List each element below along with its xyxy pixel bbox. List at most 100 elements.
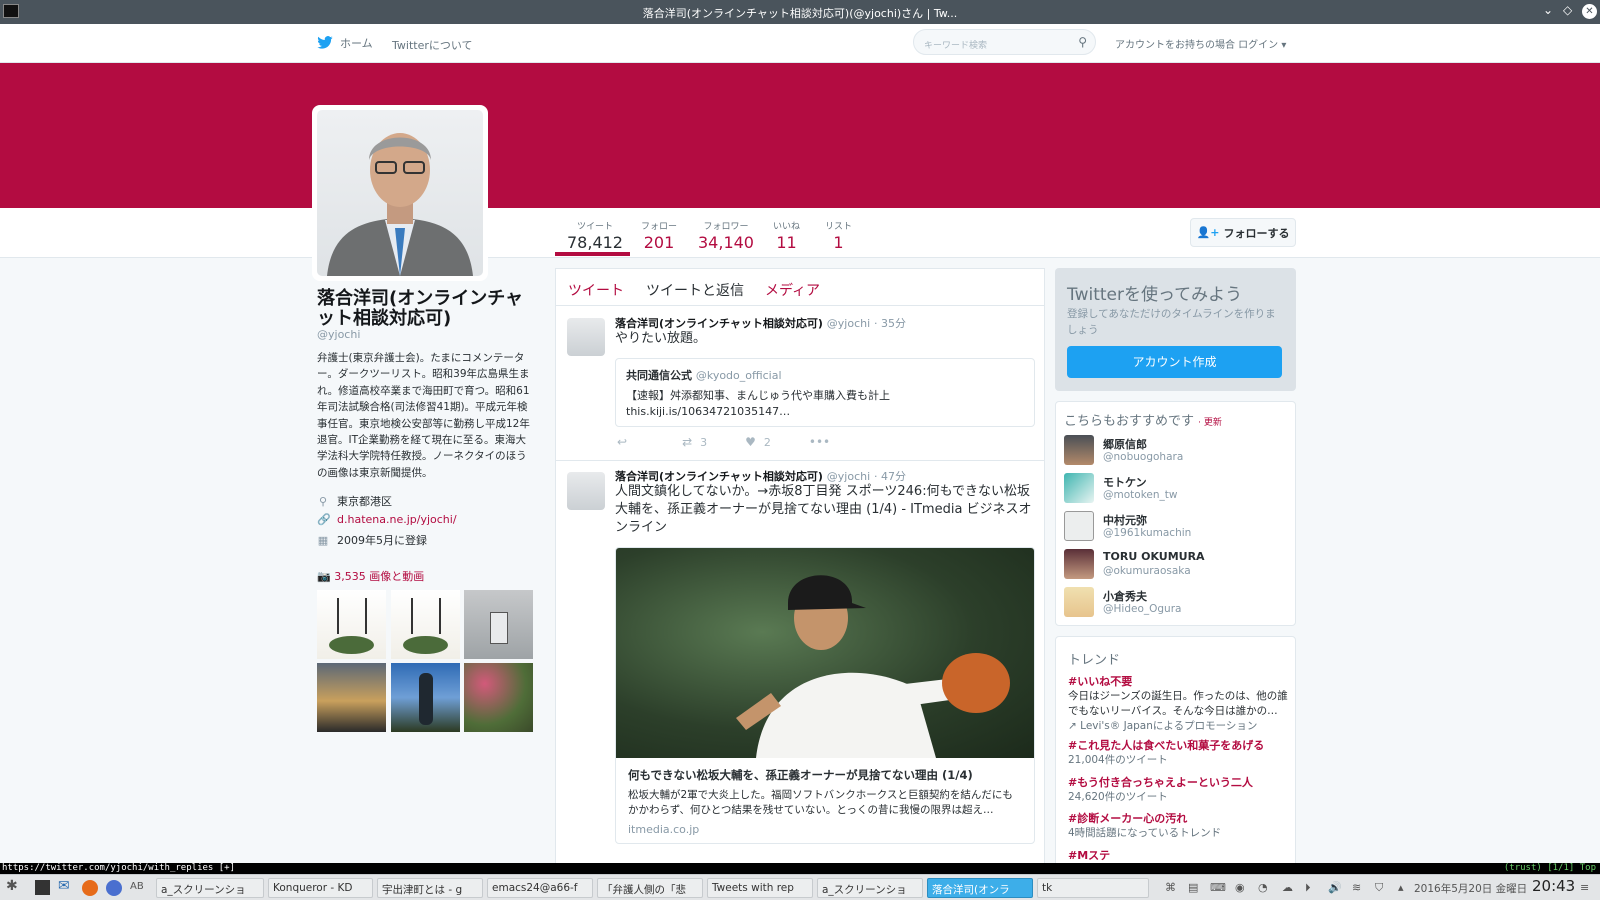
reply-icon[interactable]: ↩ xyxy=(617,435,627,449)
quoted-tweet-link[interactable]: this.kiji.is/10634721035147… xyxy=(626,405,1024,418)
close-icon[interactable]: ✕ xyxy=(1582,4,1597,19)
task-button[interactable]: tk xyxy=(1037,878,1149,898)
search-input[interactable]: キーワード検索 ⚲ xyxy=(913,29,1096,55)
refresh-link[interactable]: · 更新 xyxy=(1198,418,1222,428)
user-avatar[interactable] xyxy=(1064,549,1094,579)
media-thumbnail[interactable] xyxy=(464,663,533,732)
trend-name[interactable]: #もう付き合っちゃえよーという二人 xyxy=(1068,774,1290,790)
trend-item[interactable]: #Mステ xyxy=(1068,847,1290,863)
nav-about-link[interactable]: Twitterについて xyxy=(392,37,473,53)
tweet-author-handle[interactable]: @yjochi xyxy=(827,317,870,330)
profile-banner xyxy=(0,63,1600,208)
stat-followers[interactable]: フォロワー 34,140 xyxy=(698,219,754,252)
profile-url[interactable]: 🔗 d.hatena.ne.jp/yjochi/ xyxy=(317,513,457,526)
clipboard-icon[interactable]: ▤ xyxy=(1188,881,1198,894)
tray-expand-icon[interactable]: ▴ xyxy=(1398,881,1404,894)
wifi-icon[interactable]: ≋ xyxy=(1352,881,1361,894)
nav-home-link[interactable]: ホーム xyxy=(316,35,373,51)
stat-likes[interactable]: いいね 11 xyxy=(773,219,800,252)
user-avatar[interactable] xyxy=(1064,435,1094,465)
trend-item[interactable]: #もう付き合っちゃえよーという二人 24,620件のツイート xyxy=(1068,774,1290,805)
media-thumbnail[interactable] xyxy=(317,663,386,732)
browser-statusline: https://twitter.com/yjochi/with_replies … xyxy=(0,863,1600,874)
network-icon[interactable]: ⌘ xyxy=(1165,881,1176,894)
tweet-avatar[interactable] xyxy=(567,472,605,510)
task-button[interactable]: 宇出津町とは - g xyxy=(377,878,483,898)
task-button[interactable]: Konqueror - KD xyxy=(268,878,373,898)
link-card[interactable]: 何もできない松坂大輔を、孫正義オーナーが見捨てない理由 (1/4) 松坂大輔が2… xyxy=(615,547,1035,844)
user-name[interactable]: 郷原信郎 xyxy=(1103,436,1147,452)
task-button[interactable]: emacs24@a66-f xyxy=(487,878,593,898)
tweet-time[interactable]: 47分 xyxy=(881,470,906,483)
quoted-tweet[interactable]: 共同通信公式 @kyodo_official 【速報】舛添都知事、まんじゅう代や… xyxy=(615,358,1035,427)
volume-icon[interactable]: 🔊 xyxy=(1328,881,1342,894)
task-button[interactable]: Tweets with rep xyxy=(707,878,813,898)
trend-name[interactable]: #これ見た人は食べたい和菓子をあげる xyxy=(1068,737,1290,753)
cloud-icon[interactable]: ☁ xyxy=(1282,881,1293,894)
stat-lists[interactable]: リスト 1 xyxy=(825,219,852,252)
tweet[interactable]: 落合洋司(オンラインチャット相談対応可) @yjochi · 47分 人間文鎮化… xyxy=(556,462,1044,869)
trends-module: トレンド #いいね不要 今日はジーンズの誕生日。作ったのは、他の誰でもないリーバ… xyxy=(1055,636,1296,868)
trend-name[interactable]: #いいね不要 xyxy=(1068,673,1290,689)
tweet-author-handle[interactable]: @yjochi xyxy=(827,470,870,483)
signup-title: Twitterを使ってみよう xyxy=(1067,285,1243,305)
user-name[interactable]: 中村元弥 xyxy=(1103,512,1147,528)
tab-media[interactable]: メディア xyxy=(765,280,820,300)
app-launcher-icon[interactable]: ✱ xyxy=(6,878,18,894)
tweet[interactable]: 落合洋司(オンラインチャット相談対応可) @yjochi · 35分 やりたい放… xyxy=(556,307,1044,461)
login-link[interactable]: アカウントをお持ちの場合 ログイン ▾ xyxy=(1115,36,1286,51)
user-avatar[interactable] xyxy=(1064,587,1094,617)
url-text[interactable]: d.hatena.ne.jp/yjochi/ xyxy=(337,513,457,526)
task-button[interactable]: 「弁護人側の「悲 xyxy=(597,878,703,898)
keyboard-icon[interactable]: ⌨ xyxy=(1210,881,1226,894)
media-thumbnail[interactable] xyxy=(317,590,386,659)
tweet-avatar[interactable] xyxy=(567,318,605,356)
tab-tweets-replies[interactable]: ツイートと返信 xyxy=(646,280,744,300)
stat-following[interactable]: フォロー 201 xyxy=(641,219,677,252)
mail-icon[interactable]: ✉ xyxy=(58,878,70,894)
profile-avatar[interactable] xyxy=(312,105,488,281)
more-icon[interactable]: ••• xyxy=(809,435,830,449)
signup-button[interactable]: アカウント作成 xyxy=(1067,346,1282,378)
profile-location: ⚲ 東京都港区 xyxy=(317,493,392,509)
user-avatar[interactable] xyxy=(1064,511,1094,541)
user-name[interactable]: TORU OKUMURA xyxy=(1103,550,1205,563)
notifications-icon[interactable]: ◔ xyxy=(1258,881,1268,894)
active-stat-underline xyxy=(555,252,630,256)
media-thumbnail[interactable] xyxy=(391,663,460,732)
task-button[interactable]: a_スクリーンショ xyxy=(156,878,264,898)
stat-tweets[interactable]: ツイート 78,412 xyxy=(567,219,623,252)
media-link[interactable]: 📷 3,535 画像と動画 xyxy=(317,568,424,584)
like-icon[interactable]: ♥ xyxy=(745,435,756,449)
follow-button[interactable]: 👤+ フォローする xyxy=(1190,218,1296,247)
maximize-icon[interactable]: ◇ xyxy=(1563,3,1572,17)
retweet-icon[interactable]: ⇄ xyxy=(682,435,692,449)
menu-icon[interactable]: ≡ xyxy=(1580,881,1589,894)
security-icon[interactable]: ⛉ xyxy=(1375,881,1383,895)
terminal-icon[interactable] xyxy=(35,880,50,895)
updates-icon[interactable]: ◉ xyxy=(1235,881,1245,894)
user-name[interactable]: モトケン xyxy=(1103,474,1147,490)
media-thumbnail[interactable] xyxy=(464,590,533,659)
text-editor-icon[interactable]: AB xyxy=(130,881,144,892)
firefox-icon[interactable] xyxy=(82,880,98,896)
trend-name[interactable]: #診断メーカー心の汚れ xyxy=(1068,810,1290,826)
tab-tweets[interactable]: ツイート xyxy=(568,280,624,300)
tweet-time[interactable]: 35分 xyxy=(881,317,906,330)
trend-item[interactable]: #診断メーカー心の汚れ 4時間話題になっているトレンド xyxy=(1068,810,1290,841)
browser-icon[interactable] xyxy=(106,880,122,896)
minimize-icon[interactable]: ⌄ xyxy=(1543,3,1553,17)
tweet-author-name[interactable]: 落合洋司(オンラインチャット相談対応可) xyxy=(615,317,823,330)
tweet-author-name[interactable]: 落合洋司(オンラインチャット相談対応可) xyxy=(615,470,823,483)
media-player-icon[interactable]: ⏵ xyxy=(1305,881,1311,895)
search-icon[interactable]: ⚲ xyxy=(1078,35,1087,49)
task-button-active[interactable]: 落合洋司(オンラ xyxy=(927,878,1033,898)
user-avatar[interactable] xyxy=(1064,473,1094,503)
trend-name[interactable]: #Mステ xyxy=(1068,847,1290,863)
trend-item[interactable]: #これ見た人は食べたい和菓子をあげる 21,004件のツイート xyxy=(1068,737,1290,768)
user-name[interactable]: 小倉秀夫 xyxy=(1103,588,1147,604)
task-button[interactable]: a_スクリーンショ xyxy=(817,878,923,898)
media-thumbnail[interactable] xyxy=(391,590,460,659)
trend-item[interactable]: #いいね不要 今日はジーンズの誕生日。作ったのは、他の誰でもないリーバイス。そん… xyxy=(1068,673,1290,734)
clock[interactable]: 20:43 xyxy=(1532,877,1575,895)
